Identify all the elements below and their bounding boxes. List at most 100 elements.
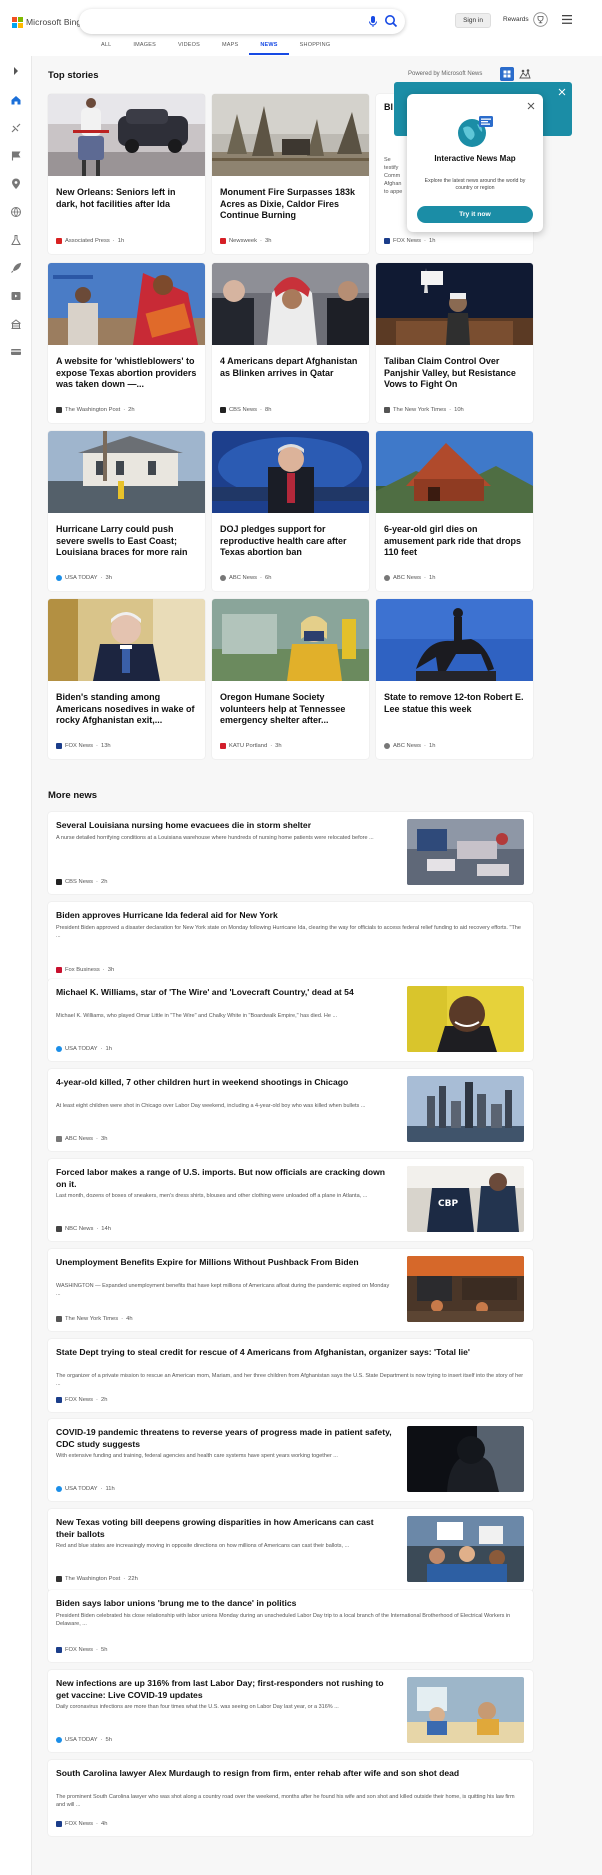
story-source[interactable]: ABC News · 6h [220, 575, 271, 581]
rewards-link[interactable]: Rewards [503, 16, 529, 23]
story-title[interactable]: State to remove 12-ton Robert E. Lee sta… [384, 692, 526, 715]
news-list-item[interactable]: Biden approves Hurricane Ida federal aid… [48, 902, 533, 982]
news-list-item[interactable]: South Carolina lawyer Alex Murdaugh to r… [48, 1760, 533, 1836]
story-card[interactable]: 4 Americans depart Afghanistan as Blinke… [212, 263, 369, 423]
story-source[interactable]: CBS News · 8h [220, 407, 271, 413]
news-thumbnail[interactable] [407, 1256, 524, 1322]
story-source[interactable]: The Washington Post · 2h [56, 407, 135, 413]
news-title[interactable]: Several Louisiana nursing home evacuees … [56, 820, 394, 832]
news-title[interactable]: COVID-19 pandemic threatens to reverse y… [56, 1427, 394, 1450]
story-image[interactable] [48, 263, 205, 345]
story-card[interactable]: New Orleans: Seniors left in dark, hot f… [48, 94, 205, 254]
story-image[interactable] [48, 94, 205, 176]
story-card[interactable]: Oregon Humane Society volunteers help at… [212, 599, 369, 759]
story-image[interactable] [212, 263, 369, 345]
news-list-item[interactable]: Biden says labor unions 'brung me to the… [48, 1590, 533, 1662]
news-title[interactable]: Biden approves Hurricane Ida federal aid… [56, 910, 524, 922]
news-list-item[interactable]: State Dept trying to steal credit for re… [48, 1339, 533, 1412]
news-source[interactable]: USA TODAY · 1h [56, 1046, 112, 1052]
story-card[interactable]: 6-year-old girl dies on amusement park r… [376, 431, 533, 591]
search-icon[interactable] [384, 14, 398, 28]
story-card[interactable]: Monument Fire Surpasses 183k Acres as Di… [212, 94, 369, 254]
story-source[interactable]: ABC News · 1h [384, 743, 435, 749]
close-icon[interactable] [527, 102, 535, 110]
story-card[interactable]: Hurricane Larry could push severe swells… [48, 431, 205, 591]
news-source[interactable]: FOX News · 2h [56, 1397, 107, 1403]
story-image[interactable] [212, 599, 369, 681]
news-list-item[interactable]: Michael K. Williams, star of 'The Wire' … [48, 979, 533, 1061]
try-it-now-button[interactable]: Try it now [417, 206, 533, 223]
story-image[interactable] [376, 431, 533, 513]
story-source[interactable]: KATU Portland · 3h [220, 743, 282, 749]
hamburger-menu-icon[interactable] [562, 15, 572, 24]
news-source[interactable]: The New York Times · 4h [56, 1316, 133, 1322]
news-list-item[interactable]: 4-year-old killed, 7 other children hurt… [48, 1069, 533, 1151]
news-source[interactable]: USA TODAY · 11h [56, 1486, 115, 1492]
rocket-icon[interactable] [10, 262, 22, 274]
story-title[interactable]: Hurricane Larry could push severe swells… [56, 524, 198, 559]
story-title[interactable]: 6-year-old girl dies on amusement park r… [384, 524, 526, 559]
story-image[interactable] [48, 431, 205, 513]
money-icon[interactable] [10, 346, 22, 358]
story-image[interactable] [212, 431, 369, 513]
story-title[interactable]: New Orleans: Seniors left in dark, hot f… [56, 187, 198, 210]
news-title[interactable]: New infections are up 316% from last Lab… [56, 1678, 394, 1701]
news-title[interactable]: 4-year-old killed, 7 other children hurt… [56, 1077, 394, 1089]
business-icon[interactable] [10, 318, 22, 330]
news-thumbnail[interactable] [407, 819, 524, 885]
news-thumbnail[interactable] [407, 1677, 524, 1743]
news-source[interactable]: ABC News · 3h [56, 1136, 107, 1142]
news-title[interactable]: Biden says labor unions 'brung me to the… [56, 1598, 524, 1610]
microphone-icon[interactable] [367, 15, 379, 28]
grid-view-icon[interactable] [500, 67, 514, 81]
tab-videos[interactable]: VIDEOS [167, 41, 211, 55]
flag-icon[interactable] [10, 150, 22, 162]
news-source[interactable]: The Washington Post · 22h [56, 1576, 138, 1582]
location-icon[interactable] [10, 178, 22, 190]
news-source[interactable]: USA TODAY · 5h [56, 1737, 112, 1743]
news-title[interactable]: Michael K. Williams, star of 'The Wire' … [56, 987, 394, 999]
news-title[interactable]: State Dept trying to steal credit for re… [56, 1347, 524, 1359]
news-title[interactable]: Forced labor makes a range of U.S. impor… [56, 1167, 394, 1190]
search-input[interactable] [79, 9, 405, 34]
news-list-item[interactable]: Unemployment Benefits Expire for Million… [48, 1249, 533, 1331]
news-source[interactable]: FOX News · 5h [56, 1647, 107, 1653]
story-source[interactable]: USA TODAY · 3h [56, 575, 112, 581]
story-card[interactable]: A website for 'whistleblowers' to expose… [48, 263, 205, 423]
story-title[interactable]: Oregon Humane Society volunteers help at… [220, 692, 362, 727]
rewards-trophy-icon[interactable] [533, 12, 548, 27]
map-view-icon[interactable] [518, 67, 532, 81]
news-title[interactable]: New Texas voting bill deepens growing di… [56, 1517, 394, 1540]
news-list-item[interactable]: New infections are up 316% from last Lab… [48, 1670, 533, 1752]
close-icon[interactable] [558, 88, 566, 96]
story-source[interactable]: Newsweek · 3h [220, 238, 271, 244]
science-icon[interactable] [10, 234, 22, 246]
story-image[interactable] [376, 599, 533, 681]
story-title[interactable]: DOJ pledges support for reproductive hea… [220, 524, 362, 559]
home-icon[interactable] [10, 94, 22, 106]
news-list-item[interactable]: COVID-19 pandemic threatens to reverse y… [48, 1419, 533, 1501]
news-source[interactable]: FOX News · 4h [56, 1821, 107, 1827]
news-thumbnail[interactable] [407, 1516, 524, 1582]
chevron-right-icon[interactable] [10, 65, 22, 77]
news-source[interactable]: NBC News · 14h [56, 1226, 111, 1232]
story-source[interactable]: The New York Times · 10h [384, 407, 464, 413]
news-thumbnail[interactable] [407, 1076, 524, 1142]
news-title[interactable]: Unemployment Benefits Expire for Million… [56, 1257, 394, 1269]
story-image[interactable] [212, 94, 369, 176]
entertainment-icon[interactable] [10, 290, 22, 302]
story-image[interactable] [376, 263, 533, 345]
news-list-item[interactable]: New Texas voting bill deepens growing di… [48, 1509, 533, 1591]
sports-icon[interactable] [10, 122, 22, 134]
tab-all[interactable]: ALL [90, 41, 122, 55]
news-list-item[interactable]: Forced labor makes a range of U.S. impor… [48, 1159, 533, 1241]
bing-logo[interactable]: Microsoft Bing [12, 15, 81, 29]
story-card[interactable]: State to remove 12-ton Robert E. Lee sta… [376, 599, 533, 759]
story-source[interactable]: Associated Press · 1h [56, 238, 124, 244]
tab-maps[interactable]: MAPS [211, 41, 249, 55]
story-source[interactable]: FOX News · 1h [384, 238, 435, 244]
story-source[interactable]: ABC News · 1h [384, 575, 435, 581]
story-title[interactable]: Monument Fire Surpasses 183k Acres as Di… [220, 187, 362, 222]
story-title[interactable]: Taliban Claim Control Over Panjshir Vall… [384, 356, 526, 391]
story-image[interactable] [48, 599, 205, 681]
